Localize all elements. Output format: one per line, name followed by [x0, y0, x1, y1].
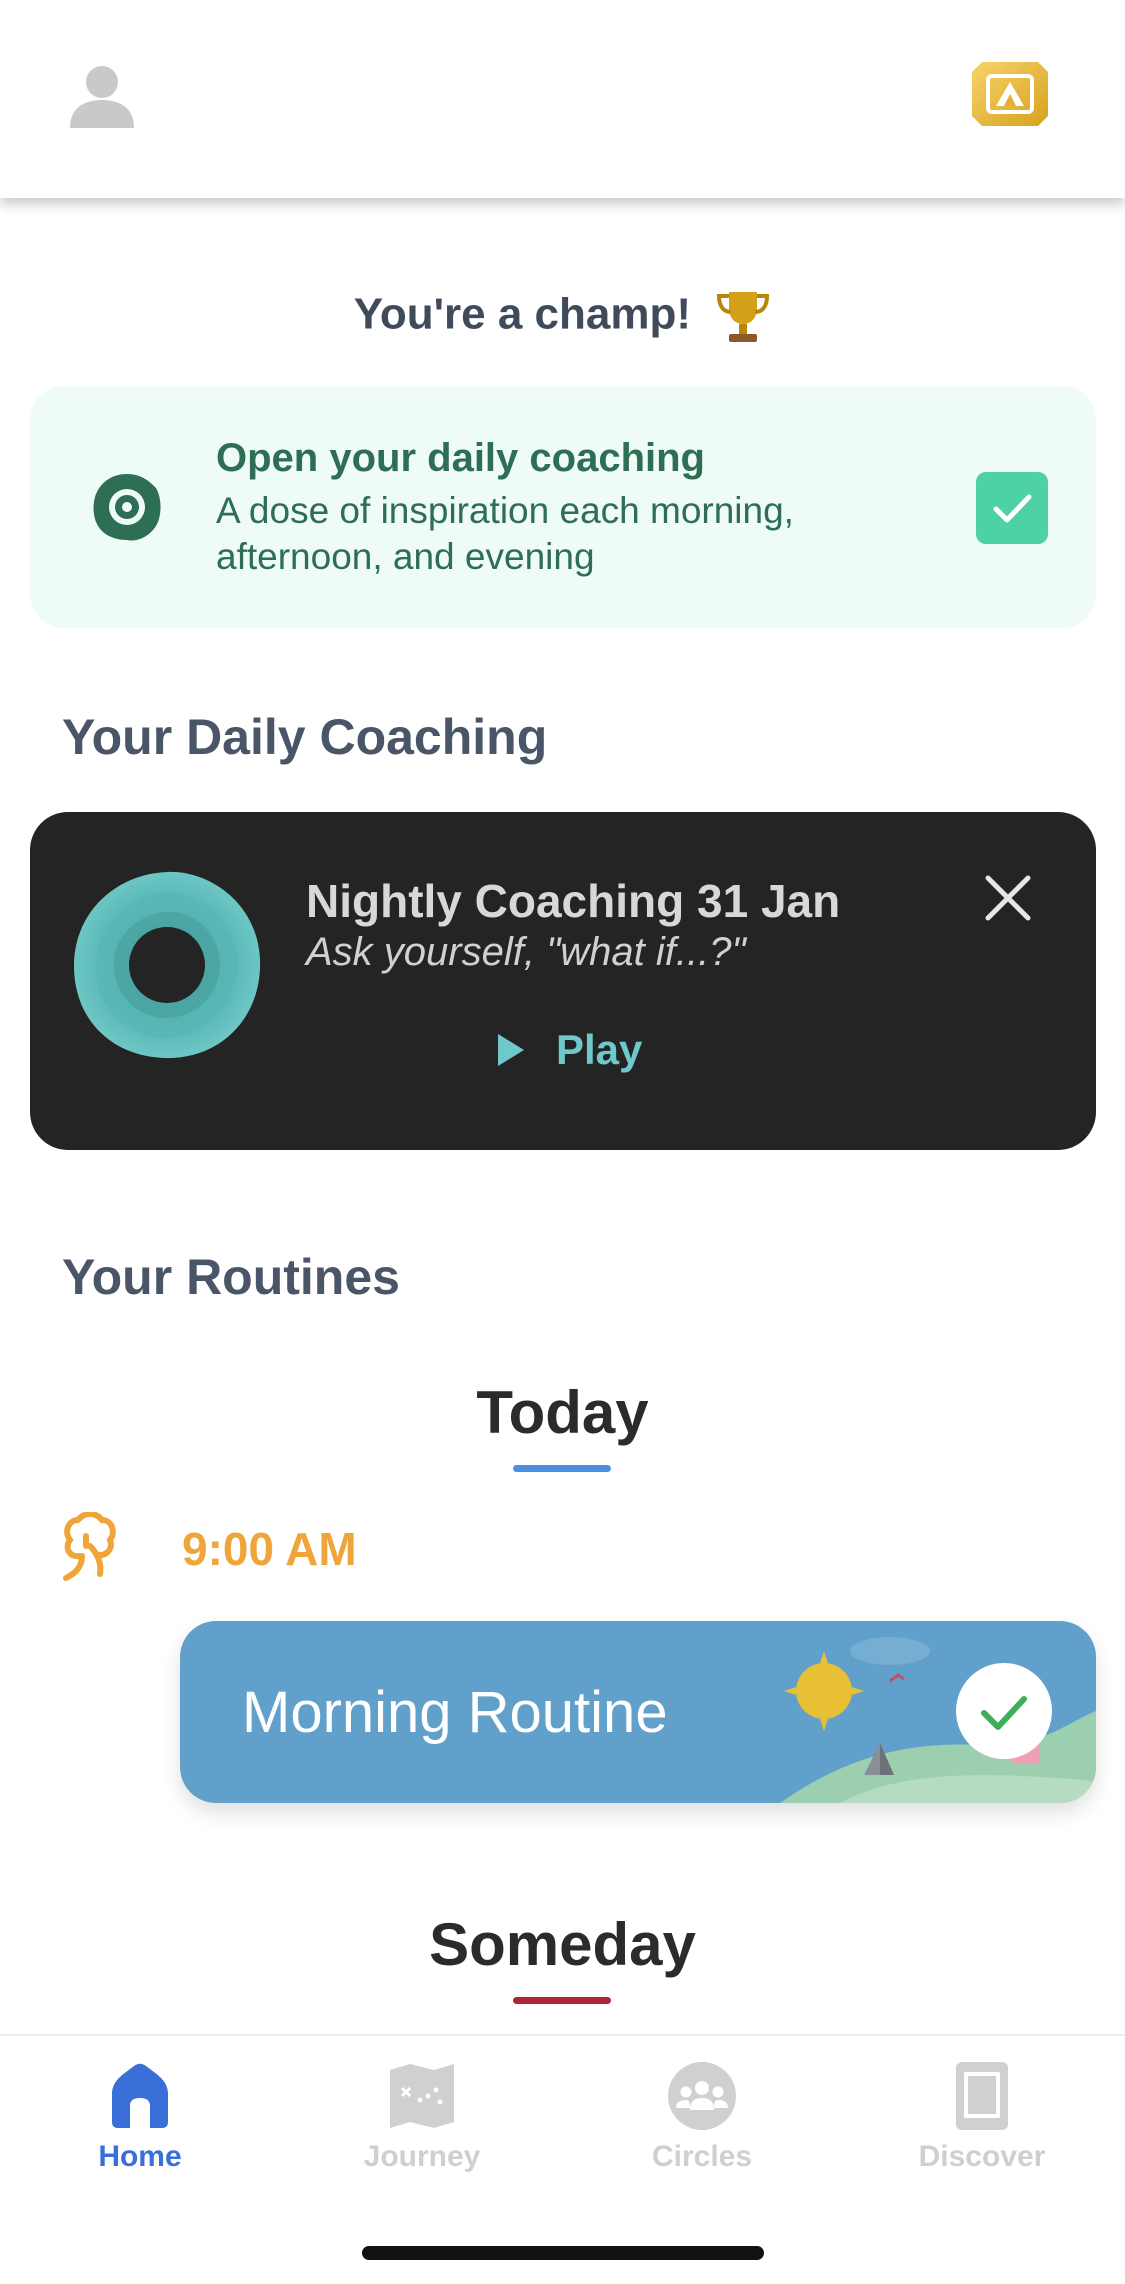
daily-coaching-prompt-card[interactable]: Open your daily coaching A dose of inspi…: [30, 386, 1096, 628]
routines-section-title: Your Routines: [62, 1249, 400, 1305]
home-indicator: [362, 2246, 764, 2260]
close-icon[interactable]: [982, 872, 1034, 924]
nav-home[interactable]: Home: [40, 2060, 240, 2174]
premium-badge-icon[interactable]: [972, 62, 1048, 126]
coaching-prompt-description: A dose of inspiration each morning, afte…: [216, 490, 794, 577]
checkmark-icon: [993, 494, 1032, 523]
tab-today[interactable]: Today: [0, 1378, 1125, 1447]
champ-message: You're a champ!: [0, 288, 1125, 346]
routine-time: 9:00 AM: [182, 1523, 357, 1575]
play-label: Play: [556, 1026, 643, 1073]
coaching-target-icon: [93, 474, 161, 541]
trophy-icon: [717, 292, 770, 342]
champ-text: You're a champ!: [353, 289, 692, 339]
nav-journey-label: Journey: [363, 2140, 481, 2173]
top-header: [0, 0, 1125, 198]
home-icon: [112, 2063, 168, 2128]
nav-circles[interactable]: Circles: [602, 2060, 802, 2174]
nav-journey[interactable]: Journey: [322, 2060, 522, 2174]
daily-coaching-section-title: Your Daily Coaching: [62, 709, 548, 765]
user-icon[interactable]: [66, 60, 138, 132]
coaching-prompt-title: Open your daily coaching: [216, 436, 705, 480]
morning-routine-card[interactable]: Morning Routine: [180, 1621, 1096, 1803]
nightly-coaching-card[interactable]: Nightly Coaching 31 Jan Ask yourself, "w…: [30, 812, 1096, 1150]
nightly-coaching-title: Nightly Coaching 31 Jan: [306, 875, 841, 927]
tab-someday[interactable]: Someday: [0, 1910, 1125, 1979]
discover-book-icon: [956, 2062, 1008, 2130]
today-tab-underline: [513, 1465, 611, 1472]
nav-circles-label: Circles: [651, 2140, 753, 2173]
coaching-orb-icon: [74, 871, 261, 1059]
checkmark-icon: [981, 1696, 1027, 1730]
routine-name: Morning Routine: [242, 1680, 668, 1745]
nav-discover-label: Discover: [918, 2140, 1046, 2173]
coaching-prompt-checkbox[interactable]: [976, 472, 1048, 544]
morning-sun-icon: [63, 1512, 116, 1581]
nav-discover[interactable]: Discover: [882, 2060, 1082, 2174]
play-icon: [498, 1034, 524, 1066]
routine-complete-checkbox[interactable]: [956, 1663, 1052, 1759]
circles-group-icon: [668, 2062, 736, 2130]
nav-home-label: Home: [98, 2140, 182, 2173]
someday-tab-underline: [513, 1997, 611, 2004]
journey-map-icon: [390, 2064, 454, 2128]
play-button[interactable]: Play: [496, 1026, 642, 1074]
nightly-coaching-subtitle: Ask yourself, "what if...?": [306, 930, 746, 974]
